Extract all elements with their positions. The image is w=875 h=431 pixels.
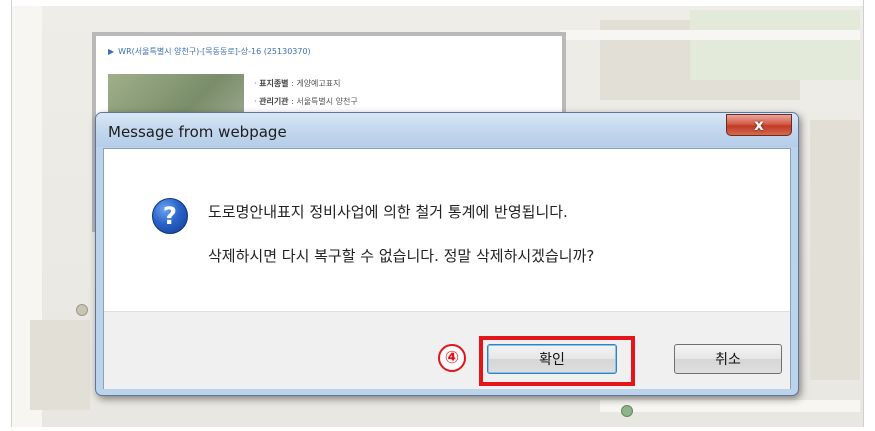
play-icon: ▶ (108, 47, 115, 56)
button-area: ④ 확인 취소 (104, 311, 790, 389)
dialog-titlebar[interactable]: Message from webpage x (96, 113, 798, 147)
dialog-title: Message from webpage (108, 123, 287, 141)
close-icon: x (754, 116, 764, 134)
dialog-body: ? 도로명안내표지 정비사업에 의한 철거 통계에 반영됩니다. 삭제하시면 다… (103, 148, 791, 389)
message-line-1: 도로명안내표지 정비사업에 의한 철거 통계에 반영됩니다. (208, 203, 568, 221)
info-field: · 관리기관 : 서울특별시 양천구 (254, 97, 358, 106)
info-field: · 표지종별 : 게양예고표지 (254, 79, 341, 88)
close-button[interactable]: x (726, 114, 792, 136)
message-area: ? 도로명안내표지 정비사업에 의한 철거 통계에 반영됩니다. 삭제하시면 다… (104, 149, 790, 311)
ok-button[interactable]: 확인 (487, 344, 617, 374)
map-marker[interactable] (76, 304, 88, 316)
map-marker[interactable] (621, 405, 633, 417)
message-line-2: 삭제하시면 다시 복구할 수 없습니다. 정말 삭제하시겠습니까? (208, 247, 595, 265)
question-icon: ? (152, 198, 188, 234)
message-dialog: Message from webpage x ? 도로명안내표지 정비사업에 의… (95, 112, 799, 396)
info-popup-title: ▶ WR(서울특별시 양천구)-[목동동로]-상-16 (25130370) (108, 47, 311, 56)
cancel-button[interactable]: 취소 (674, 344, 782, 374)
step-badge: ④ (438, 344, 466, 372)
